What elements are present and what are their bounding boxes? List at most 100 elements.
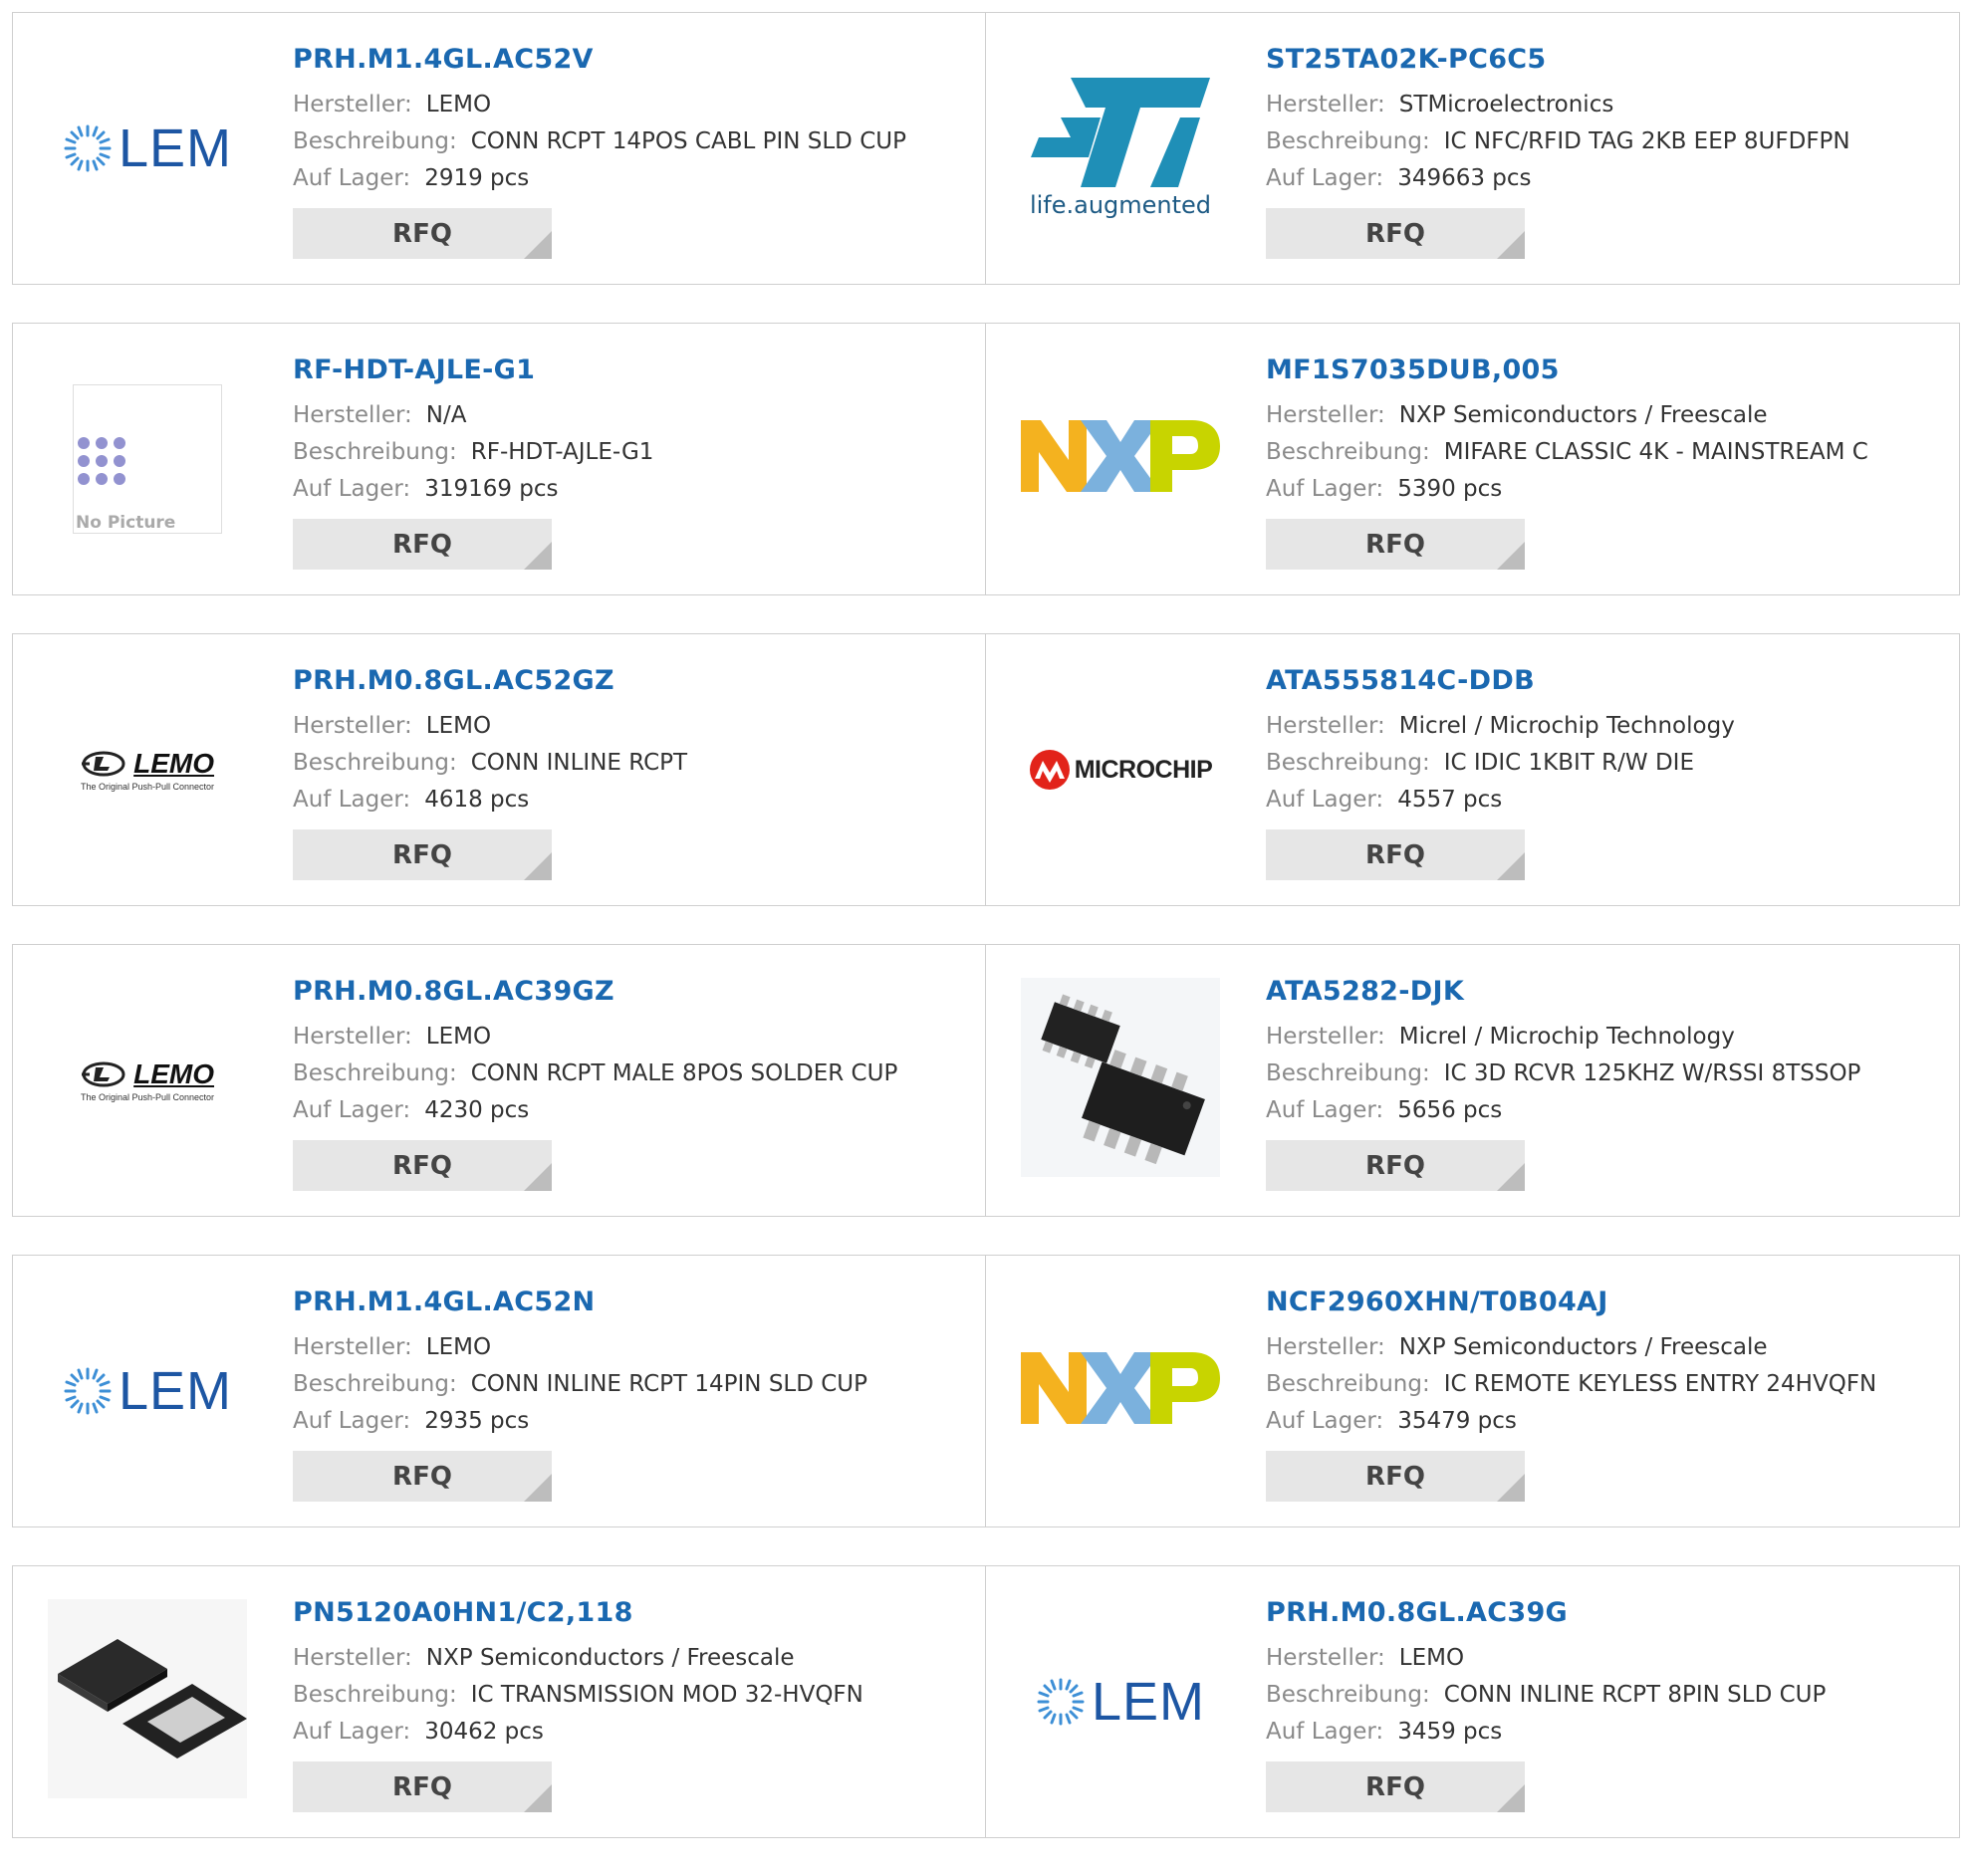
lem-logo: LEM <box>63 117 232 179</box>
stock-value: 4557 pcs <box>1397 787 1503 813</box>
corner-triangle-icon <box>524 542 552 570</box>
rfq-label: RFQ <box>1365 218 1425 249</box>
part-number-link[interactable]: NCF2960XHN/T0B04AJ <box>1266 1286 1949 1319</box>
manufacturer-value: NXP Semiconductors / Freescale <box>1398 402 1768 428</box>
corner-triangle-icon <box>1497 1784 1525 1812</box>
stock-label: Auf Lager: <box>1266 165 1384 191</box>
st-tagline: life.augmented <box>1029 191 1212 219</box>
manufacturer-logo[interactable]: LEMO The Original Push-Pull Connector <box>43 981 252 1180</box>
product-card: LEMO The Original Push-Pull Connector PR… <box>12 633 986 906</box>
rfq-button[interactable]: RFQ <box>1266 519 1525 570</box>
part-number-link[interactable]: PRH.M0.8GL.AC52GZ <box>293 664 975 698</box>
rfq-label: RFQ <box>392 1150 452 1181</box>
manufacturer-value: Micrel / Microchip Technology <box>1398 1024 1735 1050</box>
manufacturer-logo[interactable]: LEMO The Original Push-Pull Connector <box>43 670 252 869</box>
part-number-link[interactable]: RF-HDT-AJLE-G1 <box>293 353 975 387</box>
stock-label: Auf Lager: <box>293 476 411 502</box>
rfq-button[interactable]: RFQ <box>1266 1451 1525 1502</box>
lemo-logo-text: LEMO <box>133 1058 215 1089</box>
manufacturer-row: Hersteller: NXP Semiconductors / Freescal… <box>1266 397 1949 434</box>
description-row: Beschreibung: CONN RCPT 14POS CABL PIN SL… <box>293 123 975 160</box>
sunburst-icon <box>64 1367 112 1415</box>
description-value: IC 3D RCVR 125KHZ W/RSSI 8TSSOP <box>1443 1060 1861 1086</box>
sunburst-icon <box>64 124 112 172</box>
manufacturer-value: LEMO <box>425 1024 492 1050</box>
stock-row: Auf Lager: 2919 pcs <box>293 160 975 197</box>
description-value: CONN RCPT 14POS CABL PIN SLD CUP <box>470 128 906 154</box>
nxp-mark-icon <box>1021 420 1220 492</box>
manufacturer-logo[interactable]: LEM <box>43 1291 252 1491</box>
description-value: RF-HDT-AJLE-G1 <box>470 439 654 465</box>
rfq-button[interactable]: RFQ <box>1266 1761 1525 1812</box>
rfq-button[interactable]: RFQ <box>293 519 552 570</box>
description-row: Beschreibung: CONN INLINE RCPT 14PIN SLD … <box>293 1366 975 1403</box>
stock-label: Auf Lager: <box>1266 1408 1384 1434</box>
product-card: ATA5282-DJK Hersteller: Micrel / Microchip… <box>986 944 1960 1217</box>
part-number-link[interactable]: PRH.M1.4GL.AC52N <box>293 1286 975 1319</box>
stock-row: Auf Lager: 349663 pcs <box>1266 160 1949 197</box>
rfq-button[interactable]: RFQ <box>293 829 552 880</box>
description-row: Beschreibung: IC TRANSMISSION MOD 32-HVQF… <box>293 1677 975 1714</box>
product-info: PRH.M0.8GL.AC39GZ Hersteller: LEMO Beschrei… <box>293 975 975 1191</box>
nxp-logo <box>1021 1352 1220 1430</box>
description-label: Beschreibung: <box>293 439 457 465</box>
manufacturer-row: Hersteller: NXP Semiconductors / Freescal… <box>293 1640 975 1677</box>
rfq-button[interactable]: RFQ <box>1266 829 1525 880</box>
rfq-button[interactable]: RFQ <box>1266 208 1525 259</box>
description-row: Beschreibung: IC IDIC 1KBIT R/W DIE <box>1266 745 1949 782</box>
lemo-mark-icon <box>82 1061 125 1087</box>
part-number-link[interactable]: PRH.M1.4GL.AC52V <box>293 43 975 77</box>
manufacturer-value: LEMO <box>1398 1645 1465 1671</box>
rfq-label: RFQ <box>1365 1461 1425 1492</box>
stock-label: Auf Lager: <box>293 1097 411 1123</box>
stock-label: Auf Lager: <box>293 1408 411 1434</box>
manufacturer-logo[interactable] <box>43 1599 252 1801</box>
manufacturer-label: Hersteller: <box>1266 92 1385 117</box>
product-row: LEMO The Original Push-Pull Connector PR… <box>12 944 1960 1217</box>
manufacturer-label: Hersteller: <box>293 1645 412 1671</box>
rfq-button[interactable]: RFQ <box>1266 1140 1525 1191</box>
description-label: Beschreibung: <box>1266 1060 1430 1086</box>
corner-triangle-icon <box>524 852 552 880</box>
part-number-link[interactable]: PRH.M0.8GL.AC39GZ <box>293 975 975 1009</box>
corner-triangle-icon <box>524 1474 552 1502</box>
manufacturer-logo[interactable] <box>1016 359 1225 559</box>
corner-triangle-icon <box>524 1163 552 1191</box>
dots-icon <box>78 437 125 485</box>
rfq-button[interactable]: RFQ <box>293 1140 552 1191</box>
manufacturer-row: Hersteller: NXP Semiconductors / Freescal… <box>1266 1329 1949 1366</box>
rfq-button[interactable]: RFQ <box>293 1451 552 1502</box>
part-number-link[interactable]: ATA5282-DJK <box>1266 975 1949 1009</box>
part-number-link[interactable]: PN5120A0HN1/C2,118 <box>293 1596 975 1630</box>
manufacturer-label: Hersteller: <box>293 1334 412 1360</box>
stock-value: 30462 pcs <box>424 1719 544 1745</box>
rfq-button[interactable]: RFQ <box>293 208 552 259</box>
manufacturer-logo[interactable]: No Picture <box>43 359 252 559</box>
manufacturer-logo[interactable]: LEM <box>43 49 252 248</box>
manufacturer-logo[interactable]: life.augmented <box>1016 49 1225 248</box>
manufacturer-logo[interactable]: LEM <box>1016 1602 1225 1801</box>
part-number-link[interactable]: ATA555814C-DDB <box>1266 664 1949 698</box>
microchip-logo-text: MICROCHIP <box>1074 755 1213 784</box>
microchip-mark-icon <box>1029 750 1070 790</box>
description-value: IC TRANSMISSION MOD 32-HVQFN <box>470 1682 863 1708</box>
description-label: Beschreibung: <box>1266 1682 1430 1708</box>
description-value: CONN INLINE RCPT <box>470 750 688 776</box>
description-label: Beschreibung: <box>1266 1371 1430 1397</box>
description-value: CONN INLINE RCPT 14PIN SLD CUP <box>470 1371 868 1397</box>
corner-triangle-icon <box>524 231 552 259</box>
manufacturer-logo[interactable] <box>1016 1291 1225 1491</box>
part-number-link[interactable]: PRH.M0.8GL.AC39G <box>1266 1596 1949 1630</box>
rfq-button[interactable]: RFQ <box>293 1761 552 1812</box>
product-card: LEMO The Original Push-Pull Connector PR… <box>12 944 986 1217</box>
manufacturer-logo[interactable]: MICROCHIP <box>1016 670 1225 869</box>
no-picture-caption: No Picture <box>76 513 176 533</box>
description-label: Beschreibung: <box>1266 750 1430 776</box>
manufacturer-label: Hersteller: <box>293 1024 412 1050</box>
description-value: MIFARE CLASSIC 4K - MAINSTREAM C <box>1443 439 1868 465</box>
part-number-link[interactable]: MF1S7035DUB,005 <box>1266 353 1949 387</box>
qfn-chip-icon <box>48 1599 247 1798</box>
part-number-link[interactable]: ST25TA02K-PC6C5 <box>1266 43 1949 77</box>
manufacturer-logo[interactable] <box>1016 978 1225 1180</box>
lemo-mark-icon <box>82 751 125 777</box>
